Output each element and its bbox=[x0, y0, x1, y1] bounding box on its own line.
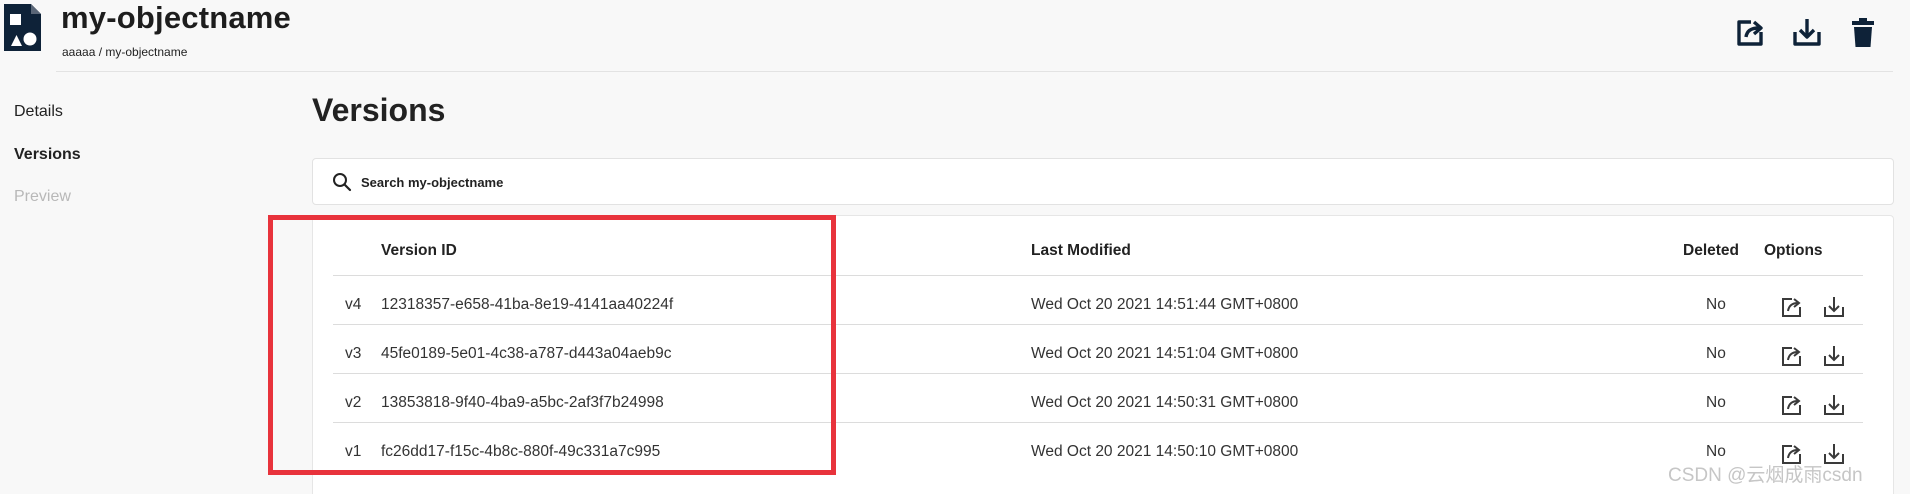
sidebar-item-details[interactable]: Details bbox=[14, 103, 63, 121]
version-tag: v3 bbox=[345, 345, 362, 362]
version-id: fc26dd17-f15c-4b8c-880f-49c331a7c995 bbox=[381, 443, 661, 460]
column-header-version-id[interactable]: Version ID bbox=[381, 242, 457, 260]
column-header-deleted[interactable]: Deleted bbox=[1683, 242, 1739, 260]
download-icon bbox=[1824, 395, 1844, 415]
share-icon bbox=[1782, 396, 1801, 415]
row-share-button[interactable] bbox=[1779, 343, 1805, 369]
sidebar-item-preview: Preview bbox=[14, 188, 71, 205]
breadcrumb: aaaaa / my-objectname bbox=[62, 45, 188, 59]
search-icon bbox=[333, 173, 352, 192]
row-divider bbox=[333, 275, 1863, 276]
download-icon bbox=[1824, 346, 1844, 366]
row-divider bbox=[333, 373, 1863, 374]
row-download-button[interactable] bbox=[1821, 392, 1847, 418]
delete-button[interactable] bbox=[1846, 16, 1880, 50]
download-button[interactable] bbox=[1790, 16, 1824, 50]
last-modified: Wed Oct 20 2021 14:51:04 GMT+0800 bbox=[1031, 345, 1299, 362]
row-divider bbox=[333, 324, 1863, 325]
deleted-status: No bbox=[1706, 443, 1726, 460]
version-tag: v2 bbox=[345, 394, 362, 411]
column-header-last-modified[interactable]: Last Modified bbox=[1031, 242, 1131, 260]
page-title: my-objectname bbox=[61, 0, 291, 35]
object-header: my-objectname aaaaa / my-objectname bbox=[0, 0, 1893, 72]
last-modified: Wed Oct 20 2021 14:51:44 GMT+0800 bbox=[1031, 296, 1299, 313]
version-tag: v1 bbox=[345, 443, 362, 460]
deleted-status: No bbox=[1706, 394, 1726, 411]
share-button[interactable] bbox=[1733, 16, 1767, 50]
row-download-button[interactable] bbox=[1821, 294, 1847, 320]
sidebar-item-versions[interactable]: Versions bbox=[14, 146, 81, 164]
last-modified: Wed Oct 20 2021 14:50:10 GMT+0800 bbox=[1031, 443, 1299, 460]
versions-table: Version ID Last Modified Deleted Options… bbox=[312, 215, 1894, 494]
version-tag: v4 bbox=[345, 296, 362, 313]
search-input[interactable] bbox=[361, 171, 961, 193]
search-bar[interactable] bbox=[312, 158, 1894, 205]
column-header-options: Options bbox=[1764, 242, 1823, 259]
deleted-status: No bbox=[1706, 345, 1726, 362]
row-divider bbox=[333, 422, 1863, 423]
version-id: 45fe0189-5e01-4c38-a787-d443a04aeb9c bbox=[381, 345, 672, 362]
deleted-status: No bbox=[1706, 296, 1726, 313]
row-share-button[interactable] bbox=[1779, 294, 1805, 320]
download-icon bbox=[1824, 297, 1844, 317]
section-title: Versions bbox=[312, 92, 446, 128]
object-versions-page: my-objectname aaaaa / my-objectname Deta… bbox=[0, 0, 1910, 494]
last-modified: Wed Oct 20 2021 14:50:31 GMT+0800 bbox=[1031, 394, 1299, 411]
row-download-button[interactable] bbox=[1821, 343, 1847, 369]
share-icon bbox=[1737, 20, 1763, 46]
share-icon bbox=[1782, 298, 1801, 317]
trash-icon bbox=[1852, 18, 1874, 47]
header-divider bbox=[56, 71, 1893, 72]
object-file-icon bbox=[4, 4, 41, 51]
download-icon bbox=[1793, 19, 1821, 46]
version-id: 13853818-9f40-4ba9-a5bc-2af3f7b24998 bbox=[381, 394, 664, 411]
version-id: 12318357-e658-41ba-8e19-4141aa40224f bbox=[381, 296, 674, 313]
share-icon bbox=[1782, 347, 1801, 366]
watermark: CSDN @云烟成雨csdn bbox=[1668, 465, 1863, 486]
row-share-button[interactable] bbox=[1779, 392, 1805, 418]
